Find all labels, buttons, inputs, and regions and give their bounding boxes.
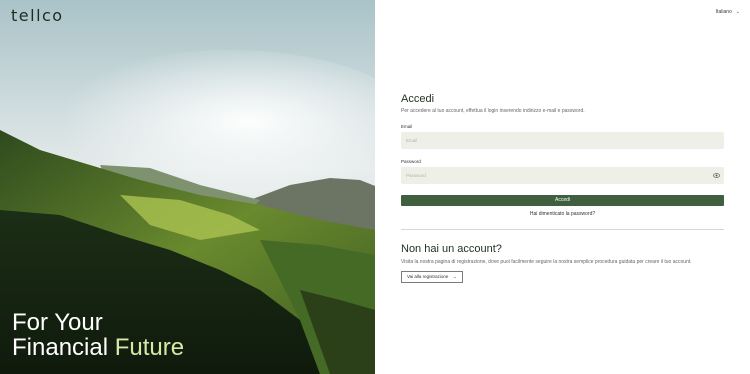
login-form: Accedi Per accedere al tuo account, effe…	[401, 93, 724, 283]
email-label: Email	[401, 124, 413, 129]
email-field[interactable]: Email	[401, 132, 724, 149]
language-selector[interactable]: Italiano ⌄	[716, 9, 740, 15]
login-title: Accedi	[401, 93, 435, 105]
password-placeholder: Password	[406, 173, 426, 178]
register-title: Non hai un account?	[401, 243, 502, 255]
register-subtitle: Visita la nostra pagina di registrazione…	[401, 259, 692, 265]
language-label: Italiano	[715, 9, 732, 15]
hero-tagline: For Your Financial Future	[12, 310, 184, 360]
arrow-right-icon: →	[452, 274, 457, 279]
forgot-password-link[interactable]: Hai dimenticato la password?	[401, 211, 724, 217]
register-button-label: Vai alla registrazione	[407, 274, 449, 279]
tagline-line2: Financial Future	[12, 335, 184, 360]
email-placeholder: Email	[406, 138, 418, 143]
divider	[401, 229, 724, 230]
password-label: Password	[401, 159, 421, 164]
chevron-down-icon: ⌄	[735, 9, 740, 15]
tagline-accent-word: Future	[114, 334, 185, 361]
auth-panel: Italiano ⌄ Accedi Per accedere al tuo ac…	[375, 0, 750, 374]
login-subtitle: Per accedere al tuo account, effettua il…	[401, 108, 585, 114]
hero-image: tellco For Your Financial Future	[0, 0, 375, 374]
tagline-word: Financial	[12, 334, 109, 361]
login-button[interactable]: Accedi	[401, 195, 724, 206]
tagline-line1: For Your	[12, 309, 103, 336]
register-button[interactable]: Vai alla registrazione →	[401, 270, 463, 283]
brand-logo[interactable]: tellco	[11, 6, 64, 25]
eye-icon[interactable]	[713, 172, 720, 179]
password-field[interactable]: Password	[401, 167, 724, 184]
